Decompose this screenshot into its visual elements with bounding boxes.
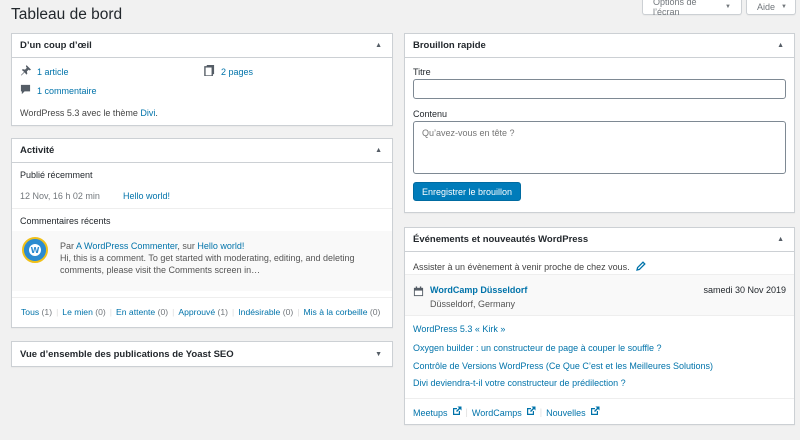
quick-draft-widget: Brouillon rapide ▲ Titre Contenu Enregis… — [404, 33, 795, 213]
yoast-title: Vue d’ensemble des publications de Yoast… — [20, 348, 234, 360]
activity-header[interactable]: Activité ▲ — [12, 139, 392, 163]
news-link[interactable]: Divi deviendra-t-il votre constructeur d… — [413, 378, 626, 388]
avatar: W — [22, 237, 48, 263]
external-link-icon — [526, 406, 536, 418]
version-text: WordPress 5.3 avec le thème — [20, 108, 141, 118]
events-footer: Meetups | WordCamps | Nouvelles — [413, 406, 600, 418]
news-link[interactable]: WordPress 5.3 « Kirk » — [413, 324, 505, 334]
wordcamps-link[interactable]: WordCamps — [472, 406, 536, 418]
pages-icon — [204, 65, 215, 78]
collapse-up-icon[interactable]: ▲ — [375, 147, 382, 154]
version-suffix: . — [155, 108, 158, 118]
comment-meta: Par A WordPress Commenter, sur Hello wor… — [60, 240, 382, 276]
help-label: Aide — [757, 1, 776, 12]
caret-down-icon: ▼ — [781, 3, 787, 10]
event-location: Düsseldorf, Germany — [430, 299, 516, 309]
screen-options-label: Options de l’écran — [653, 0, 697, 17]
theme-link[interactable]: Divi — [140, 108, 155, 118]
caret-down-icon: ▼ — [725, 3, 731, 10]
page-title: Tableau de bord — [11, 6, 123, 23]
collapse-up-icon[interactable]: ▲ — [777, 42, 784, 49]
quick-draft-header[interactable]: Brouillon rapide ▲ — [405, 34, 794, 58]
comments-link[interactable]: 1 commentaire — [37, 86, 97, 96]
filter-spam[interactable]: Indésirable (0) — [238, 307, 293, 317]
glance-title: D’un coup d’œil — [20, 40, 92, 51]
events-intro-text: Assister à un évènement à venir proche d… — [413, 262, 630, 272]
content-textarea[interactable] — [414, 122, 785, 173]
comment-icon — [20, 84, 31, 97]
filter-pending[interactable]: En attente (0) — [116, 307, 168, 317]
comment-author-link[interactable]: A WordPress Commenter — [76, 241, 177, 251]
filter-trash[interactable]: Mis à la corbeille (0) — [303, 307, 380, 317]
filter-mine[interactable]: Le mien (0) — [62, 307, 105, 317]
posts-link[interactable]: 1 article — [37, 67, 69, 77]
collapse-up-icon[interactable]: ▲ — [777, 236, 784, 243]
news-footer-link[interactable]: Nouvelles — [546, 406, 600, 418]
pin-icon — [20, 65, 31, 78]
divider — [405, 398, 794, 399]
yoast-header[interactable]: Vue d’ensemble des publications de Yoast… — [12, 342, 392, 366]
events-title: Événements et nouveautés WordPress — [413, 234, 589, 245]
comment-prefix: Par — [60, 241, 77, 251]
divider — [12, 208, 392, 209]
help-button[interactable]: Aide ▼ — [746, 0, 796, 15]
yoast-widget: Vue d’ensemble des publications de Yoast… — [11, 341, 393, 367]
calendar-icon — [413, 286, 424, 299]
title-input[interactable] — [414, 80, 785, 98]
comment-text: Hi, this is a comment. To get started wi… — [60, 253, 355, 275]
content-label: Contenu — [413, 109, 448, 119]
save-draft-button[interactable]: Enregistrer le brouillon — [413, 182, 522, 201]
comments-heading: Commentaires récents — [20, 216, 111, 226]
meetups-link[interactable]: Meetups — [413, 406, 462, 418]
event-item: WordCamp Düsseldorf Düsseldorf, Germany … — [405, 274, 794, 316]
comment-filters: Tous (1) | Le mien (0) | En attente (0) | A… — [21, 307, 381, 317]
external-link-icon — [590, 406, 600, 418]
activity-widget: Activité ▲ Publié récemment 12 Nov, 16 h… — [11, 138, 393, 328]
published-heading: Publié récemment — [20, 170, 93, 180]
divider — [12, 297, 392, 298]
content-field[interactable] — [413, 121, 786, 174]
published-date: 12 Nov, 16 h 02 min — [20, 191, 100, 201]
glance-posts[interactable]: 1 article — [20, 65, 69, 78]
comment-post-link[interactable]: Hello world! — [197, 241, 244, 251]
event-name-link[interactable]: WordCamp Düsseldorf — [430, 285, 527, 295]
title-label: Titre — [413, 67, 431, 77]
glance-header[interactable]: D’un coup d’œil ▲ — [12, 34, 392, 58]
event-date: samedi 30 Nov 2019 — [703, 285, 786, 295]
glance-pages[interactable]: 2 pages — [204, 65, 253, 78]
news-link[interactable]: Contrôle de Versions WordPress (Ce Que C… — [413, 361, 713, 371]
news-link[interactable]: Oxygen builder : un constructeur de page… — [413, 343, 662, 353]
collapse-up-icon[interactable]: ▲ — [375, 42, 382, 49]
pages-link[interactable]: 2 pages — [221, 67, 253, 77]
events-widget: Événements et nouveautés WordPress ▲ Ass… — [404, 227, 795, 425]
activity-title: Activité — [20, 145, 55, 156]
comment-item: W Par A WordPress Commenter, sur Hello w… — [12, 231, 392, 291]
title-field[interactable] — [413, 79, 786, 99]
events-intro: Assister à un évènement à venir proche d… — [413, 261, 646, 273]
comment-on: , sur — [177, 241, 198, 251]
screen-options-button[interactable]: Options de l’écran ▼ — [642, 0, 742, 17]
pencil-icon[interactable] — [635, 261, 646, 273]
external-link-icon — [452, 406, 462, 418]
quick-draft-title: Brouillon rapide — [413, 40, 486, 51]
wordpress-version: WordPress 5.3 avec le thème Divi. — [20, 108, 158, 118]
svg-text:W: W — [31, 246, 40, 255]
glance-comments[interactable]: 1 commentaire — [20, 84, 97, 97]
collapse-down-icon[interactable]: ▼ — [375, 351, 382, 358]
glance-widget: D’un coup d’œil ▲ 1 article 2 pages 1 co… — [11, 33, 393, 126]
events-header[interactable]: Événements et nouveautés WordPress ▲ — [405, 228, 794, 252]
filter-all[interactable]: Tous (1) — [21, 307, 52, 317]
filter-approved[interactable]: Approuvé (1) — [178, 307, 228, 317]
published-post-link[interactable]: Hello world! — [123, 191, 170, 201]
